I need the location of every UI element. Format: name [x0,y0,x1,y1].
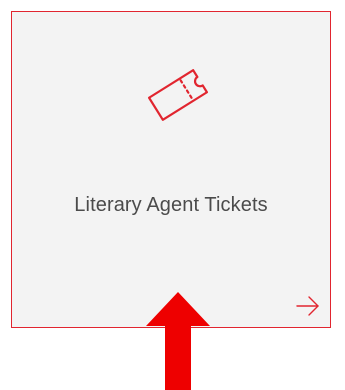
ticket-icon [147,69,209,121]
literary-agent-tickets-card[interactable]: Literary Agent Tickets [11,11,331,328]
card-title: Literary Agent Tickets [74,194,268,216]
red-up-arrow-icon [146,292,210,390]
arrow-right-icon[interactable] [296,295,320,317]
